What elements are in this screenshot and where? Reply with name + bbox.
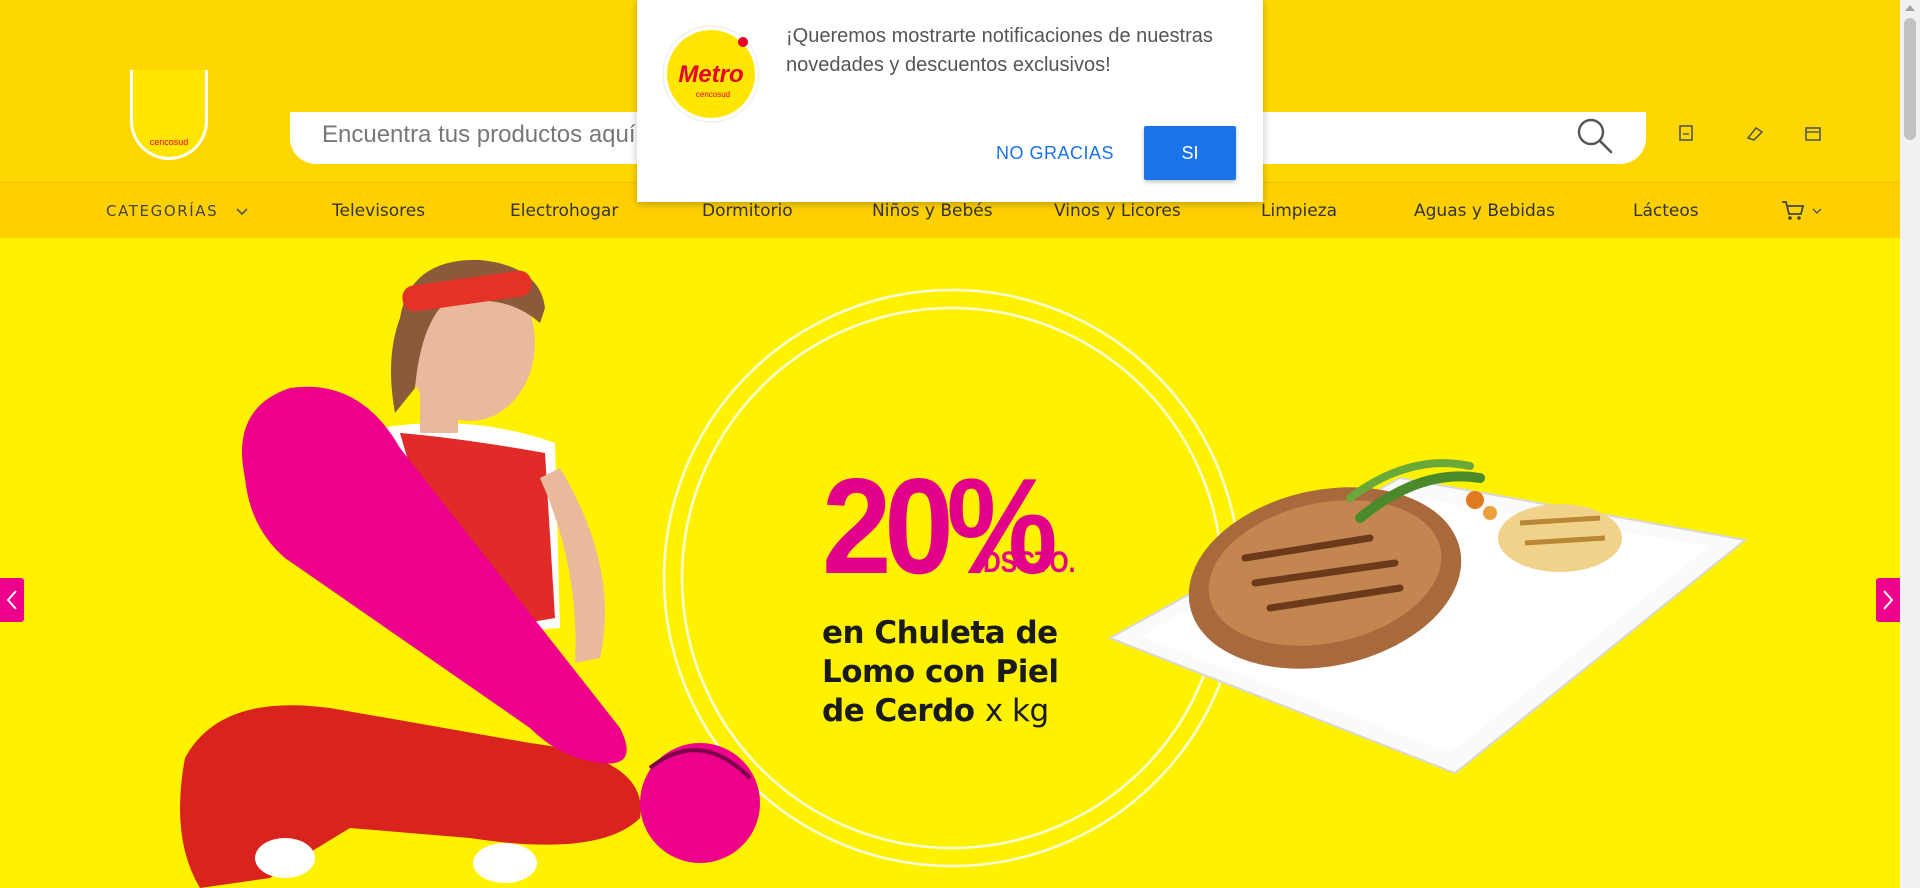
search-icon (1577, 118, 1613, 153)
scroll-up-arrow[interactable] (1905, 5, 1915, 11)
user-icon[interactable] (1802, 122, 1824, 144)
promo-unit: x kg (984, 693, 1049, 729)
metro-logo[interactable]: cencosud (130, 70, 208, 160)
notification-prompt: Metro cencosud ¡Queremos mostrarte notif… (637, 0, 1263, 202)
metro-logo-icon: Metro cencosud (662, 25, 760, 123)
categories-dropdown[interactable]: CATEGORÍAS (106, 183, 249, 239)
delivery-icon[interactable] (1744, 122, 1766, 144)
categories-label: CATEGORÍAS (106, 202, 219, 220)
search-button[interactable] (1572, 116, 1618, 162)
promo-text: 20% DSCTO. en Chuleta de Lomo con Piel d… (822, 458, 1182, 731)
cart-dropdown[interactable] (1780, 183, 1823, 239)
page-scrollbar[interactable] (1900, 0, 1920, 888)
store-locator-icon[interactable] (1676, 122, 1698, 144)
promo-line-3-wrapper: de Cerdo x kg (822, 692, 1182, 731)
notification-brand: Metro (678, 61, 743, 88)
promo-line-3: de Cerdo (822, 693, 975, 729)
cart-icon (1782, 201, 1805, 220)
promo-line-2: Lomo con Piel (822, 654, 1059, 690)
model-illustration (180, 259, 760, 888)
chevron-down-icon (1812, 208, 1822, 214)
chevron-left-icon (6, 590, 17, 610)
nav-item-limpieza[interactable]: Limpieza (1261, 183, 1337, 239)
nav-item-electrohogar[interactable]: Electrohogar (510, 183, 618, 239)
nav-item-lacteos[interactable]: Lácteos (1633, 183, 1699, 239)
accept-button[interactable]: SI (1144, 126, 1236, 180)
promo-suffix: DSCTO. (983, 546, 1076, 579)
chevron-right-icon (1883, 590, 1894, 610)
chevron-down-icon (236, 207, 248, 215)
promo-description: en Chuleta de Lomo con Piel de Cerdo x k… (822, 614, 1182, 731)
slider-prev-button[interactable] (0, 578, 24, 622)
food-plate-image (1107, 459, 1748, 775)
logo-subtext: cencosud (149, 137, 189, 147)
nav-item-televisores[interactable]: Televisores (332, 183, 425, 239)
scroll-thumb[interactable] (1904, 18, 1916, 140)
notification-message: ¡Queremos mostrarte notificaciones de nu… (786, 25, 1213, 76)
notification-brand-sub: cencosud (696, 90, 730, 99)
nav-item-aguas-y-bebidas[interactable]: Aguas y Bebidas (1414, 183, 1555, 239)
slider-next-button[interactable] (1876, 578, 1900, 622)
promo-line-1: en Chuleta de (822, 615, 1058, 651)
hero-banner[interactable]: 20% DSCTO. en Chuleta de Lomo con Piel d… (0, 238, 1900, 888)
decline-button[interactable]: NO GRACIAS (971, 126, 1139, 180)
